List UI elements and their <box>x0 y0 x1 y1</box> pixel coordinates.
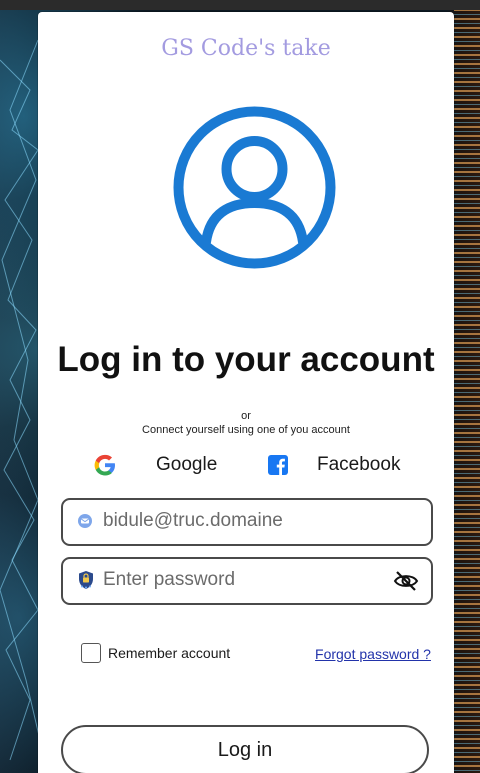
page-title: Log in to your account <box>57 340 435 379</box>
or-divider-text: or <box>241 410 251 422</box>
facebook-login-button[interactable]: Facebook <box>267 450 400 480</box>
forgot-password-link[interactable]: Forgot password ? <box>312 645 434 663</box>
brand-title: GS Code's take <box>161 36 331 61</box>
code-panel-graphic <box>454 0 480 773</box>
password-field[interactable] <box>61 557 433 605</box>
eye-off-icon[interactable] <box>393 568 419 594</box>
remember-checkbox[interactable] <box>81 643 101 663</box>
top-bar <box>0 0 480 10</box>
connect-instructions: Connect yourself using one of you accoun… <box>142 424 350 436</box>
login-button[interactable]: Log in <box>61 725 429 773</box>
facebook-icon <box>267 454 289 476</box>
google-label: Google <box>156 454 218 475</box>
email-icon <box>77 513 93 529</box>
email-field[interactable] <box>61 498 433 546</box>
remember-label: Remember account <box>108 645 231 661</box>
google-icon <box>94 454 116 476</box>
google-login-button[interactable]: Google <box>94 450 217 480</box>
email-input[interactable] <box>103 506 383 536</box>
network-graphic <box>0 39 40 761</box>
password-input[interactable] <box>103 565 383 595</box>
login-card: GS Code's take Log in to your account or… <box>38 12 454 773</box>
user-avatar-icon <box>172 105 337 270</box>
lock-badge-icon <box>77 570 95 590</box>
facebook-label: Facebook <box>317 454 401 475</box>
remember-account[interactable]: Remember account <box>81 643 230 663</box>
